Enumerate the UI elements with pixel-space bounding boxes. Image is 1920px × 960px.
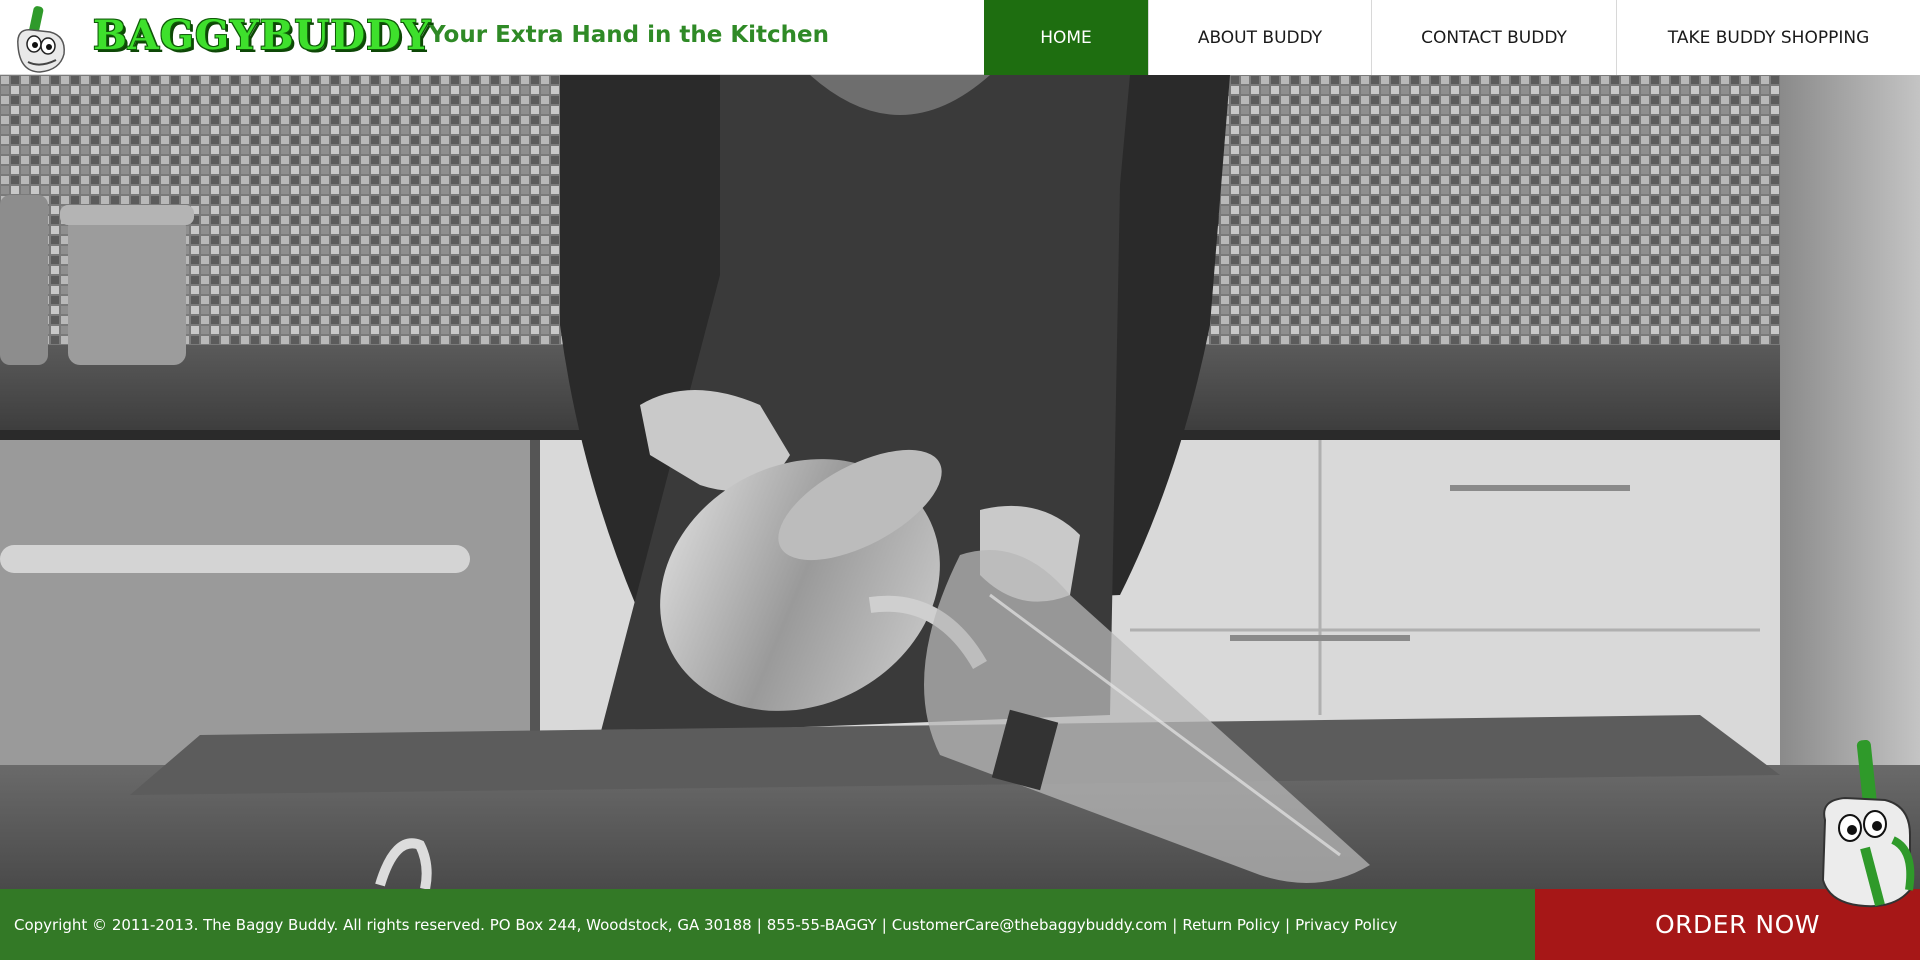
nav-about-buddy[interactable]: ABOUT BUDDY	[1148, 0, 1371, 75]
kitchen-scene-image	[0, 75, 1920, 889]
site-footer: Copyright © 2011-2013. The Baggy Buddy. …	[0, 889, 1535, 960]
footer-separator: |	[756, 915, 762, 934]
nav-contact-buddy[interactable]: CONTACT BUDDY	[1371, 0, 1616, 75]
brand-logo-text[interactable]: BAGGYBUDDY	[93, 8, 431, 64]
baggy-buddy-mascot-logo-icon[interactable]	[10, 6, 74, 74]
nav-take-buddy-shopping[interactable]: TAKE BUDDY SHOPPING	[1616, 0, 1920, 75]
footer-separator: |	[881, 915, 887, 934]
baggy-buddy-mascot-icon[interactable]	[1805, 740, 1920, 910]
site-header: BAGGYBUDDY Your Extra Hand in the Kitche…	[0, 0, 1920, 75]
footer-separator: |	[1285, 915, 1291, 934]
nav-home[interactable]: HOME	[984, 0, 1148, 75]
footer-separator: |	[1172, 915, 1178, 934]
footer-phone-link[interactable]: 855-55-BAGGY	[767, 916, 877, 934]
main-nav: HOME ABOUT BUDDY CONTACT BUDDY TAKE BUDD…	[984, 0, 1920, 75]
footer-return-policy-link[interactable]: Return Policy	[1182, 916, 1280, 934]
copyright-text: Copyright © 2011-2013. The Baggy Buddy. …	[14, 915, 752, 934]
footer-email-link[interactable]: CustomerCare@thebaggybuddy.com	[892, 916, 1167, 934]
tagline: Your Extra Hand in the Kitchen	[429, 22, 830, 48]
hero-video-background	[0, 75, 1920, 889]
footer-privacy-policy-link[interactable]: Privacy Policy	[1295, 916, 1397, 934]
